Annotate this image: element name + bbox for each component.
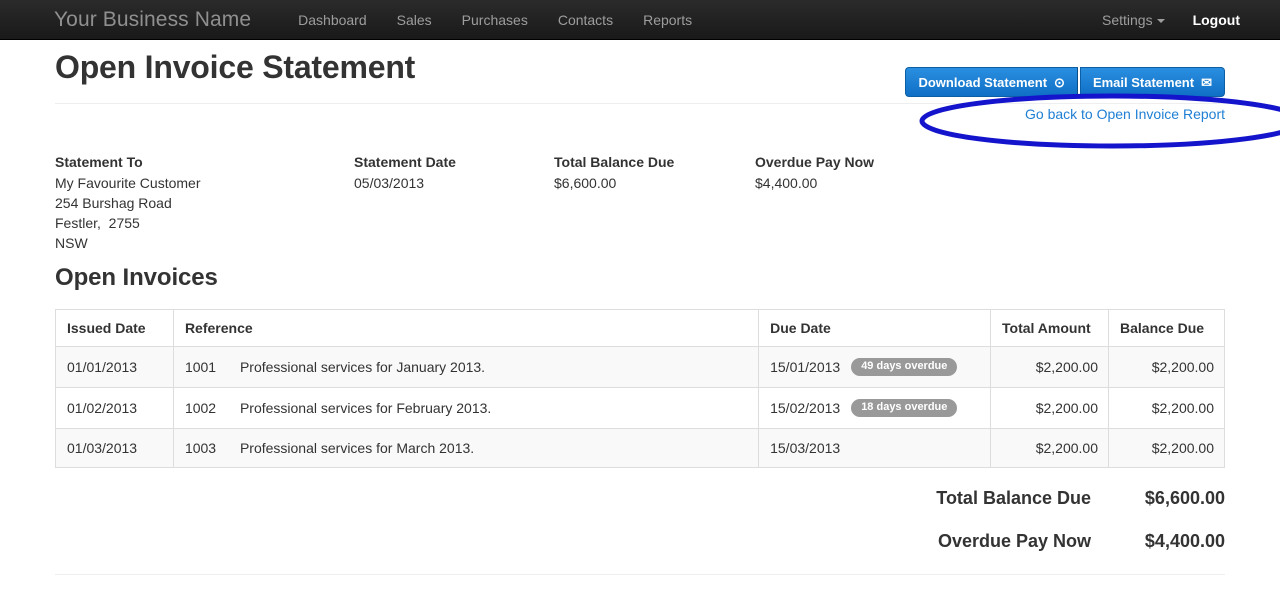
statement-date-value: 05/03/2013 xyxy=(354,173,456,193)
total-balance-due-row: Total Balance Due $6,600.00 xyxy=(55,488,1225,509)
table-row[interactable]: 01/03/2013 1003 Professional services fo… xyxy=(56,429,1225,468)
nav-item-sales[interactable]: Sales xyxy=(382,12,447,28)
table-row[interactable]: 01/02/2013 1002 Professional services fo… xyxy=(56,388,1225,429)
table-head: Issued Date Reference Due Date Total Amo… xyxy=(56,310,1225,347)
page-header: Open Invoice Statement Download Statemen… xyxy=(55,40,1225,102)
cell-issued-date: 01/01/2013 xyxy=(56,347,174,388)
download-statement-label: Download Statement xyxy=(918,75,1047,90)
totals-total-balance-due-label: Total Balance Due xyxy=(936,488,1091,509)
statement-to-line-1: My Favourite Customer xyxy=(55,173,200,193)
cell-due-date-value: 15/01/2013 xyxy=(770,359,840,375)
totals-section: Total Balance Due $6,600.00 Overdue Pay … xyxy=(55,488,1225,575)
back-link-row: Go back to Open Invoice Report xyxy=(55,102,1225,132)
cell-reference-number: 1001 xyxy=(185,359,240,375)
cell-reference-number: 1002 xyxy=(185,400,240,416)
cell-due-date-value: 15/02/2013 xyxy=(770,400,840,416)
nav-item-dashboard[interactable]: Dashboard xyxy=(283,12,382,28)
cell-reference-description: Professional services for March 2013. xyxy=(240,440,748,456)
envelope-icon: ✉ xyxy=(1201,76,1212,89)
totals-overdue-pay-now-value: $4,400.00 xyxy=(1105,531,1225,552)
total-balance-due-label: Total Balance Due xyxy=(554,154,674,170)
footer-divider xyxy=(55,574,1225,575)
primary-nav-links: Dashboard Sales Purchases Contacts Repor… xyxy=(283,12,707,28)
statement-to-label: Statement To xyxy=(55,154,200,170)
open-invoices-title: Open Invoices xyxy=(55,264,1225,292)
cell-due-date: 15/02/2013 18 days overdue xyxy=(759,388,991,429)
top-navigation-bar: Your Business Name Dashboard Sales Purch… xyxy=(0,0,1280,40)
download-circle-icon: ⊙ xyxy=(1054,76,1065,89)
statement-to-line-3: Festler, 2755 xyxy=(55,213,200,233)
statement-info: Statement To My Favourite Customer 254 B… xyxy=(55,154,1225,264)
statement-date-block: Statement Date 05/03/2013 xyxy=(354,154,456,193)
nav-item-purchases[interactable]: Purchases xyxy=(447,12,543,28)
cell-balance-due: $2,200.00 xyxy=(1109,347,1225,388)
overdue-status-badge: 49 days overdue xyxy=(851,358,957,376)
email-statement-button[interactable]: Email Statement ✉ xyxy=(1080,67,1225,97)
overdue-pay-now-block: Overdue Pay Now $4,400.00 xyxy=(755,154,874,193)
nav-item-settings[interactable]: Settings xyxy=(1088,12,1179,28)
overdue-status-badge: 18 days overdue xyxy=(851,399,957,417)
email-statement-label: Email Statement xyxy=(1093,75,1194,90)
nav-item-settings-label: Settings xyxy=(1102,12,1153,28)
cell-reference-description: Professional services for January 2013. xyxy=(240,359,748,375)
statement-to-line-4: NSW xyxy=(55,233,200,253)
download-statement-button[interactable]: Download Statement ⊙ xyxy=(905,67,1077,97)
total-balance-due-block: Total Balance Due $6,600.00 xyxy=(554,154,674,193)
nav-item-reports[interactable]: Reports xyxy=(628,12,707,28)
cell-reference: 1003 Professional services for March 201… xyxy=(173,429,758,468)
statement-date-label: Statement Date xyxy=(354,154,456,170)
totals-overdue-pay-now-label: Overdue Pay Now xyxy=(938,531,1091,552)
total-balance-due-value: $6,600.00 xyxy=(554,173,674,193)
table-header-row: Issued Date Reference Due Date Total Amo… xyxy=(56,310,1225,347)
nav-item-contacts[interactable]: Contacts xyxy=(543,12,628,28)
page-title: Open Invoice Statement xyxy=(55,49,415,86)
cell-reference-number: 1003 xyxy=(185,440,240,456)
statement-action-buttons: Download Statement ⊙ Email Statement ✉ xyxy=(905,67,1225,97)
column-header-issued-date: Issued Date xyxy=(56,310,174,347)
table-body: 01/01/2013 1001 Professional services fo… xyxy=(56,347,1225,468)
cell-balance-due: $2,200.00 xyxy=(1109,429,1225,468)
table-row[interactable]: 01/01/2013 1001 Professional services fo… xyxy=(56,347,1225,388)
chevron-down-icon xyxy=(1157,19,1165,23)
cell-total-amount: $2,200.00 xyxy=(991,388,1109,429)
open-invoices-table: Issued Date Reference Due Date Total Amo… xyxy=(55,309,1225,468)
cell-issued-date: 01/02/2013 xyxy=(56,388,174,429)
statement-to-block: Statement To My Favourite Customer 254 B… xyxy=(55,154,200,253)
column-header-balance-due: Balance Due xyxy=(1109,310,1225,347)
overdue-pay-now-value: $4,400.00 xyxy=(755,173,874,193)
cell-total-amount: $2,200.00 xyxy=(991,347,1109,388)
page-container: Open Invoice Statement Download Statemen… xyxy=(0,40,1280,575)
column-header-reference: Reference xyxy=(173,310,758,347)
statement-to-line-2: 254 Burshag Road xyxy=(55,193,200,213)
overdue-pay-now-row: Overdue Pay Now $4,400.00 xyxy=(55,531,1225,552)
column-header-total-amount: Total Amount xyxy=(991,310,1109,347)
page-inner: Open Invoice Statement Download Statemen… xyxy=(55,40,1225,575)
cell-due-date: 15/03/2013 xyxy=(759,429,991,468)
brand-title: Your Business Name xyxy=(54,8,251,32)
cell-reference: 1001 Professional services for January 2… xyxy=(173,347,758,388)
cell-reference-description: Professional services for February 2013. xyxy=(240,400,748,416)
cell-due-date-value: 15/03/2013 xyxy=(770,440,840,456)
totals-total-balance-due-value: $6,600.00 xyxy=(1105,488,1225,509)
cell-balance-due: $2,200.00 xyxy=(1109,388,1225,429)
go-back-to-open-invoice-report-link[interactable]: Go back to Open Invoice Report xyxy=(1025,106,1225,122)
overdue-pay-now-label: Overdue Pay Now xyxy=(755,154,874,170)
nav-item-logout[interactable]: Logout xyxy=(1179,12,1240,28)
cell-due-date: 15/01/2013 49 days overdue xyxy=(759,347,991,388)
cell-total-amount: $2,200.00 xyxy=(991,429,1109,468)
cell-reference: 1002 Professional services for February … xyxy=(173,388,758,429)
cell-issued-date: 01/03/2013 xyxy=(56,429,174,468)
secondary-nav-links: Settings Logout xyxy=(1088,12,1240,28)
column-header-due-date: Due Date xyxy=(759,310,991,347)
